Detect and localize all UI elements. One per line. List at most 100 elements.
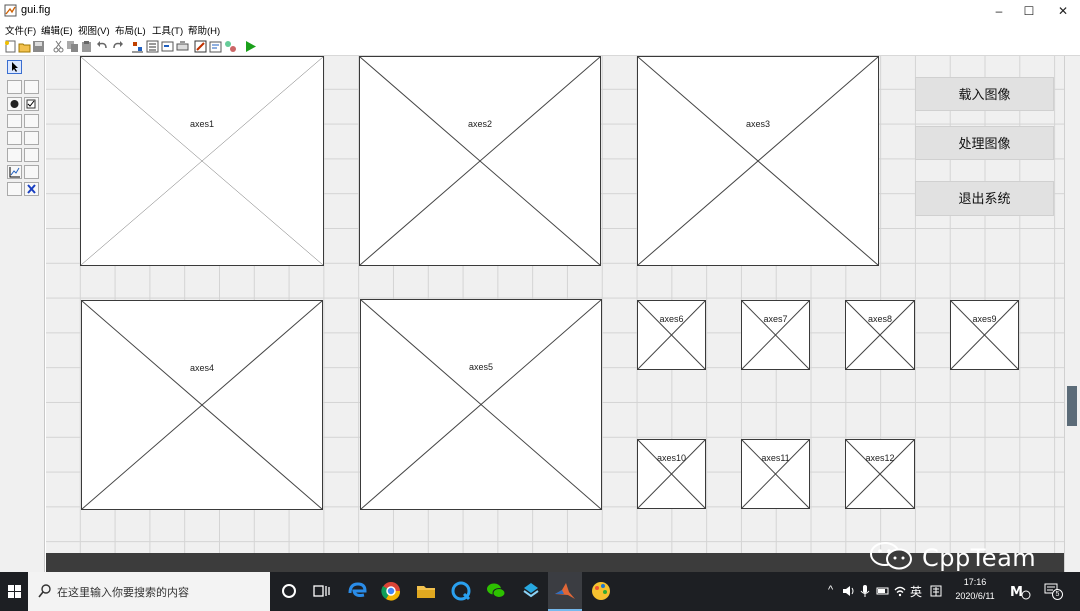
static-text-tool-icon[interactable]	[24, 114, 39, 128]
battery-icon[interactable]	[876, 584, 890, 598]
run-figure-icon[interactable]	[244, 40, 257, 53]
slider-tool-icon[interactable]	[24, 80, 39, 94]
listbox-tool-icon[interactable]	[24, 131, 39, 145]
checkbox-tool-icon[interactable]	[24, 97, 39, 111]
undo-icon[interactable]	[96, 40, 109, 53]
cortana-icon[interactable]	[276, 578, 302, 604]
axes-label: axes12	[865, 453, 895, 463]
axes-placeholder[interactable]: axes6	[637, 300, 706, 370]
exit-system-button[interactable]: 退出系统	[915, 181, 1054, 216]
axes-placeholder[interactable]: axes5	[360, 299, 602, 510]
axes-label: axes7	[763, 314, 788, 324]
load-image-button[interactable]: 载入图像	[915, 77, 1054, 111]
axes-placeholder[interactable]: axes9	[950, 300, 1019, 370]
file-explorer-icon[interactable]	[413, 578, 439, 604]
axes-label: axes1	[189, 119, 215, 129]
tab-order-icon[interactable]	[161, 40, 174, 53]
axes-placeholder[interactable]: axes4	[81, 300, 323, 510]
select-tool-icon[interactable]	[7, 60, 22, 74]
matlab-taskbar-button[interactable]	[548, 572, 582, 611]
task-view-icon[interactable]	[308, 578, 334, 604]
input-language-indicator[interactable]: 英	[910, 583, 922, 600]
edit-text-tool-icon[interactable]	[7, 114, 22, 128]
toolbar	[0, 38, 1080, 56]
action-center-button[interactable]: 5	[1043, 581, 1065, 601]
popup-menu-tool-icon[interactable]	[7, 131, 22, 145]
paste-icon[interactable]	[80, 40, 93, 53]
watermark-text: CppTeam	[922, 544, 1037, 572]
save-icon[interactable]	[32, 40, 45, 53]
object-browser-icon[interactable]	[224, 40, 237, 53]
scrollbar-thumb[interactable]	[1067, 386, 1077, 426]
process-image-button[interactable]: 处理图像	[915, 126, 1054, 160]
menu-bar: 文件(F) 编辑(E) 视图(V) 布局(L) 工具(T) 帮助(H)	[0, 22, 1080, 38]
microphone-icon[interactable]	[860, 584, 870, 598]
menu-view[interactable]: 视图(V)	[78, 23, 110, 37]
chat-bubbles-icon	[870, 542, 912, 570]
show-hidden-icons-chevron-icon[interactable]: ^	[828, 584, 833, 596]
new-file-icon[interactable]	[4, 40, 17, 53]
cut-icon[interactable]	[52, 40, 65, 53]
axes-placeholder[interactable]: axes11	[741, 439, 810, 509]
axes-label: axes9	[972, 314, 997, 324]
axes-placeholder[interactable]: axes10	[637, 439, 706, 509]
search-placeholder: 在这里输入你要搜索的内容	[57, 587, 189, 599]
menu-tools[interactable]: 工具(T)	[152, 23, 183, 37]
axes-tool-icon[interactable]	[7, 165, 22, 179]
radio-button-tool-icon[interactable]	[7, 97, 22, 111]
editor-icon[interactable]	[194, 40, 207, 53]
title-bar: gui.fig – ☐ ✕	[0, 0, 1080, 22]
menu-file[interactable]: 文件(F)	[5, 23, 36, 37]
figure-app-icon	[4, 4, 17, 17]
wifi-icon[interactable]	[893, 584, 907, 598]
edge-browser-icon[interactable]	[344, 578, 370, 604]
component-palette	[0, 56, 45, 572]
axes-label: axes11	[761, 453, 790, 463]
matlab-icon	[555, 583, 575, 599]
weather-widget-icon[interactable]: M	[1010, 581, 1032, 601]
watermark: CppTeam	[866, 538, 1056, 572]
panel-tool-icon[interactable]	[24, 165, 39, 179]
menu-edit[interactable]: 编辑(E)	[41, 23, 73, 37]
qq-browser-icon[interactable]	[448, 578, 474, 604]
taskbar-search-box[interactable]: 在这里输入你要搜索的内容	[28, 572, 270, 611]
axes-placeholder[interactable]: axes1	[80, 56, 324, 266]
start-button[interactable]	[0, 572, 28, 611]
button-group-tool-icon[interactable]	[7, 182, 22, 196]
vertical-scrollbar[interactable]	[1064, 56, 1080, 572]
axes-placeholder[interactable]: axes3	[637, 56, 879, 266]
open-folder-icon[interactable]	[18, 40, 31, 53]
align-objects-icon[interactable]	[131, 40, 144, 53]
menu-help[interactable]: 帮助(H)	[188, 23, 220, 37]
chrome-browser-icon[interactable]	[378, 578, 404, 604]
menu-editor-icon[interactable]	[146, 40, 159, 53]
axes-placeholder[interactable]: axes12	[845, 439, 915, 509]
toggle-button-tool-icon[interactable]	[7, 148, 22, 162]
paint-app-icon[interactable]	[588, 578, 614, 604]
toolbar-editor-icon[interactable]	[176, 40, 189, 53]
table-tool-icon[interactable]	[24, 148, 39, 162]
wechat-icon[interactable]	[483, 578, 509, 604]
push-button-tool-icon[interactable]	[7, 80, 22, 94]
notification-count-badge: 5	[1052, 589, 1063, 600]
ime-mode-icon[interactable]	[929, 584, 943, 598]
axes-label: axes8	[867, 314, 893, 324]
close-button[interactable]: ✕	[1046, 0, 1080, 22]
maximize-button[interactable]: ☐	[1012, 0, 1046, 22]
volume-icon[interactable]	[842, 584, 856, 598]
activex-tool-icon[interactable]	[24, 182, 39, 196]
axes-label: axes6	[659, 314, 684, 324]
minimize-button[interactable]: –	[982, 0, 1016, 22]
property-inspector-icon[interactable]	[209, 40, 222, 53]
clock-date: 2020/6/11	[955, 591, 995, 601]
axes-placeholder[interactable]: axes8	[845, 300, 915, 370]
axes-placeholder[interactable]: axes7	[741, 300, 810, 370]
redo-icon[interactable]	[111, 40, 124, 53]
axes-placeholder[interactable]: axes2	[359, 56, 601, 266]
axes-label: axes3	[745, 119, 771, 129]
codeblocks-icon[interactable]	[518, 578, 544, 604]
copy-icon[interactable]	[66, 40, 79, 53]
window-title: gui.fig	[21, 4, 51, 16]
clock[interactable]: 17:16 2020/6/11	[946, 575, 1004, 603]
menu-layout[interactable]: 布局(L)	[115, 23, 146, 37]
